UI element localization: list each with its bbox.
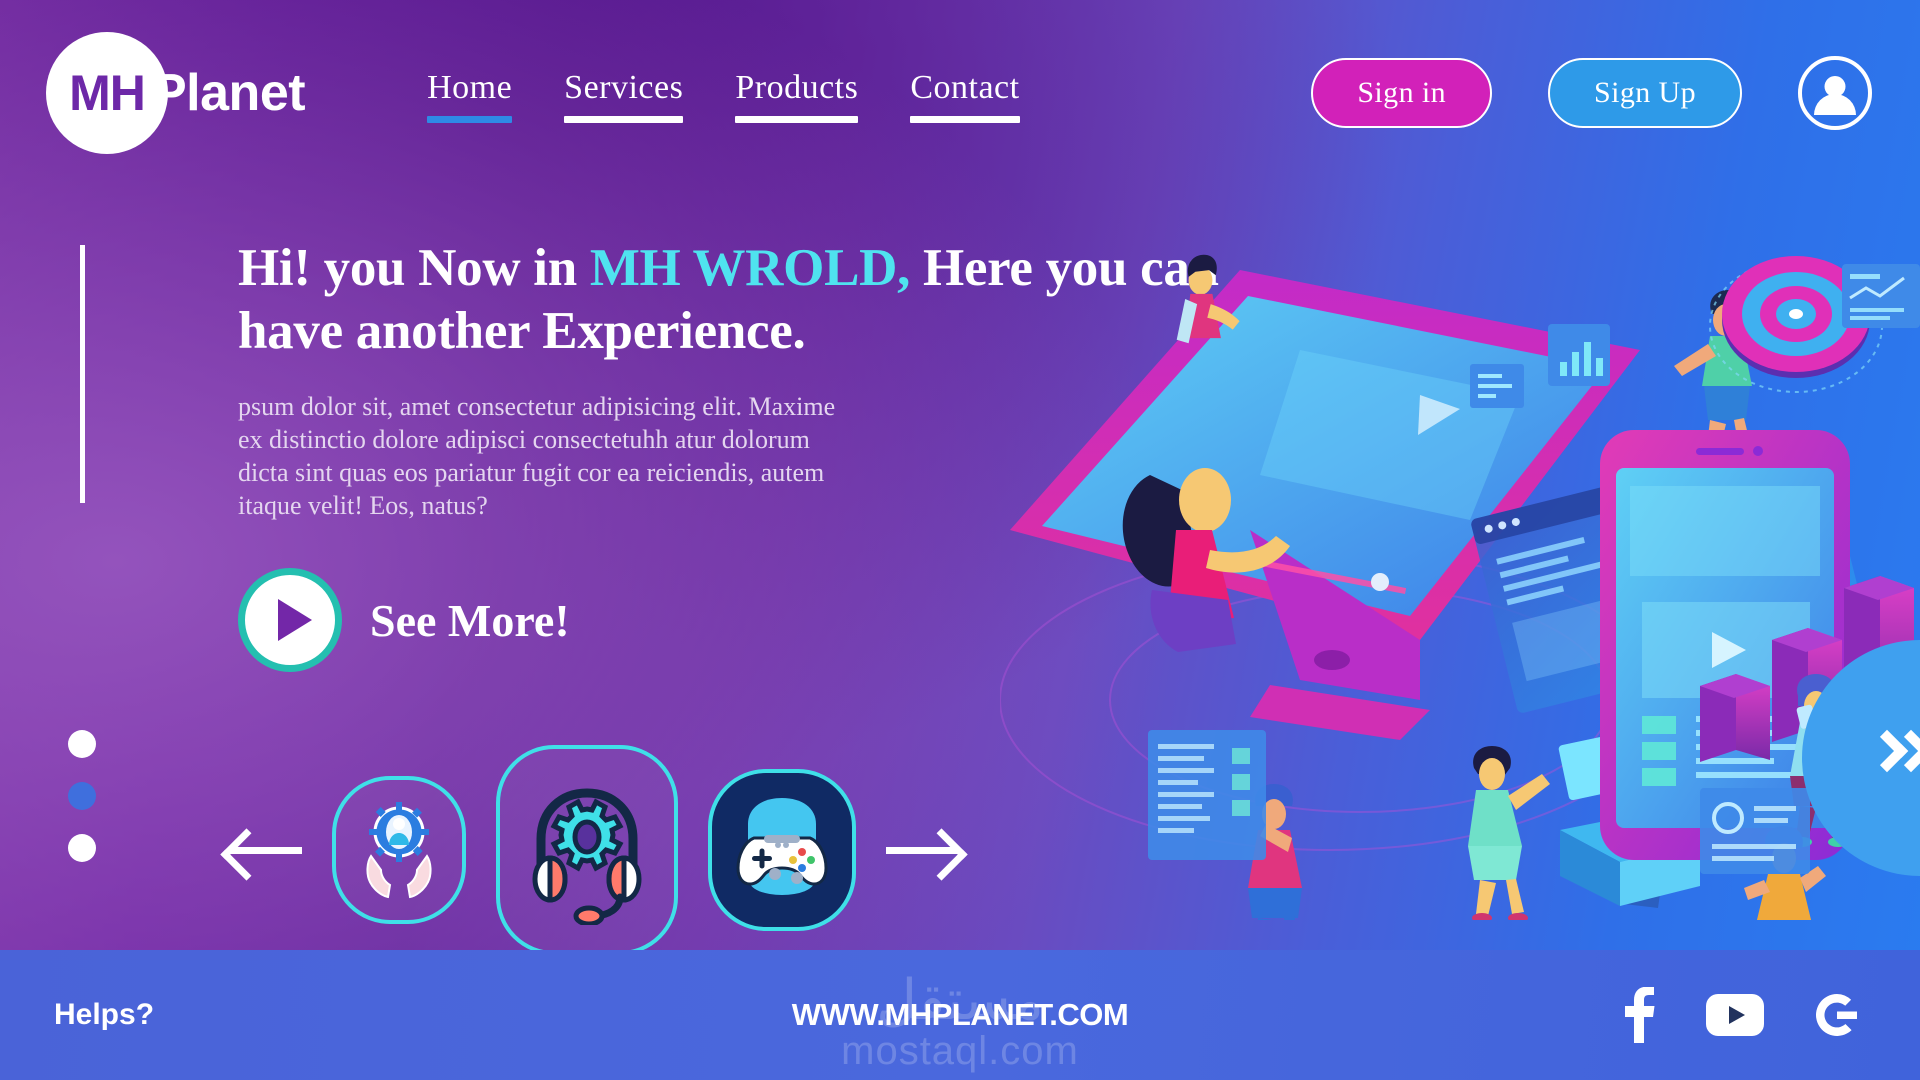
category-card-gaming[interactable] <box>708 769 856 931</box>
play-icon <box>238 568 342 673</box>
facebook-icon[interactable] <box>1622 987 1656 1043</box>
social-links <box>1622 987 1860 1043</box>
isometric-tech-illustration <box>880 254 1920 955</box>
sign-up-button[interactable]: Sign Up <box>1548 57 1742 128</box>
headset-gear-icon <box>532 788 642 925</box>
nav-item-contact[interactable]: Contact <box>910 68 1020 123</box>
watermark-latin: mostaql.com <box>841 1029 1079 1073</box>
nav-underline-products <box>735 115 859 123</box>
headline-text-1: Hi! you Now in <box>238 239 590 297</box>
nav-item-products[interactable]: Products <box>735 68 859 123</box>
arrow-left-icon[interactable] <box>228 827 302 873</box>
brand-logo[interactable]: MH Planet <box>46 31 306 154</box>
youtube-icon[interactable] <box>1706 994 1764 1036</box>
site-footer: Helps? WWW.MHPLANET.COM مستقل mostaql.co… <box>0 950 1920 1080</box>
headline-highlight: MH WROLD, <box>589 239 911 297</box>
nav-label-products: Products <box>735 68 859 106</box>
slider-dot-3[interactable] <box>68 834 96 862</box>
gamepad-icon <box>736 798 828 895</box>
helps-link[interactable]: Helps? <box>54 998 154 1032</box>
nav-item-home[interactable]: Home <box>427 68 513 123</box>
nav-label-contact: Contact <box>910 68 1020 106</box>
arrow-right-icon[interactable] <box>886 827 960 873</box>
hero-vertical-rule <box>80 245 85 503</box>
category-carousel <box>228 745 960 955</box>
slider-dots <box>68 730 96 862</box>
category-card-service[interactable] <box>496 745 678 955</box>
hero-section: Hi! you Now in MH WROLD, Here you can ha… <box>0 185 1219 862</box>
landing-page: MH Planet Home Services Products Contact… <box>0 0 1920 1080</box>
nav-label-home: Home <box>427 68 513 106</box>
website-url[interactable]: WWW.MHPLANET.COM <box>792 997 1129 1033</box>
hero-paragraph: psum dolor sit, amet consectetur adipisi… <box>238 392 836 521</box>
see-more-label: See More! <box>370 594 570 646</box>
user-avatar-icon[interactable] <box>1798 55 1872 130</box>
hero-illustration <box>880 230 1920 955</box>
brand-mark-mh: MH <box>46 31 168 154</box>
sign-in-button[interactable]: Sign in <box>1311 57 1492 128</box>
nav-underline-contact <box>910 115 1020 123</box>
nav-underline-services <box>564 115 684 123</box>
main-navigation: Home Services Products Contact <box>427 63 1020 123</box>
slider-dot-2[interactable] <box>68 782 96 810</box>
nav-label-services: Services <box>564 68 684 106</box>
double-chevron-right-icon <box>1865 727 1920 789</box>
google-icon[interactable] <box>1814 992 1860 1038</box>
auth-actions: Sign in Sign Up <box>1311 55 1872 130</box>
category-card-support[interactable] <box>332 776 466 924</box>
slider-dot-1[interactable] <box>68 730 96 758</box>
site-header: MH Planet Home Services Products Contact… <box>0 0 1920 185</box>
nav-item-services[interactable]: Services <box>564 68 684 123</box>
support-hands-gear-icon <box>366 802 432 899</box>
nav-underline-home <box>427 115 513 123</box>
brand-name-planet: Planet <box>152 63 306 122</box>
play-triangle <box>277 599 312 642</box>
see-more-button[interactable]: See More! <box>238 568 570 673</box>
